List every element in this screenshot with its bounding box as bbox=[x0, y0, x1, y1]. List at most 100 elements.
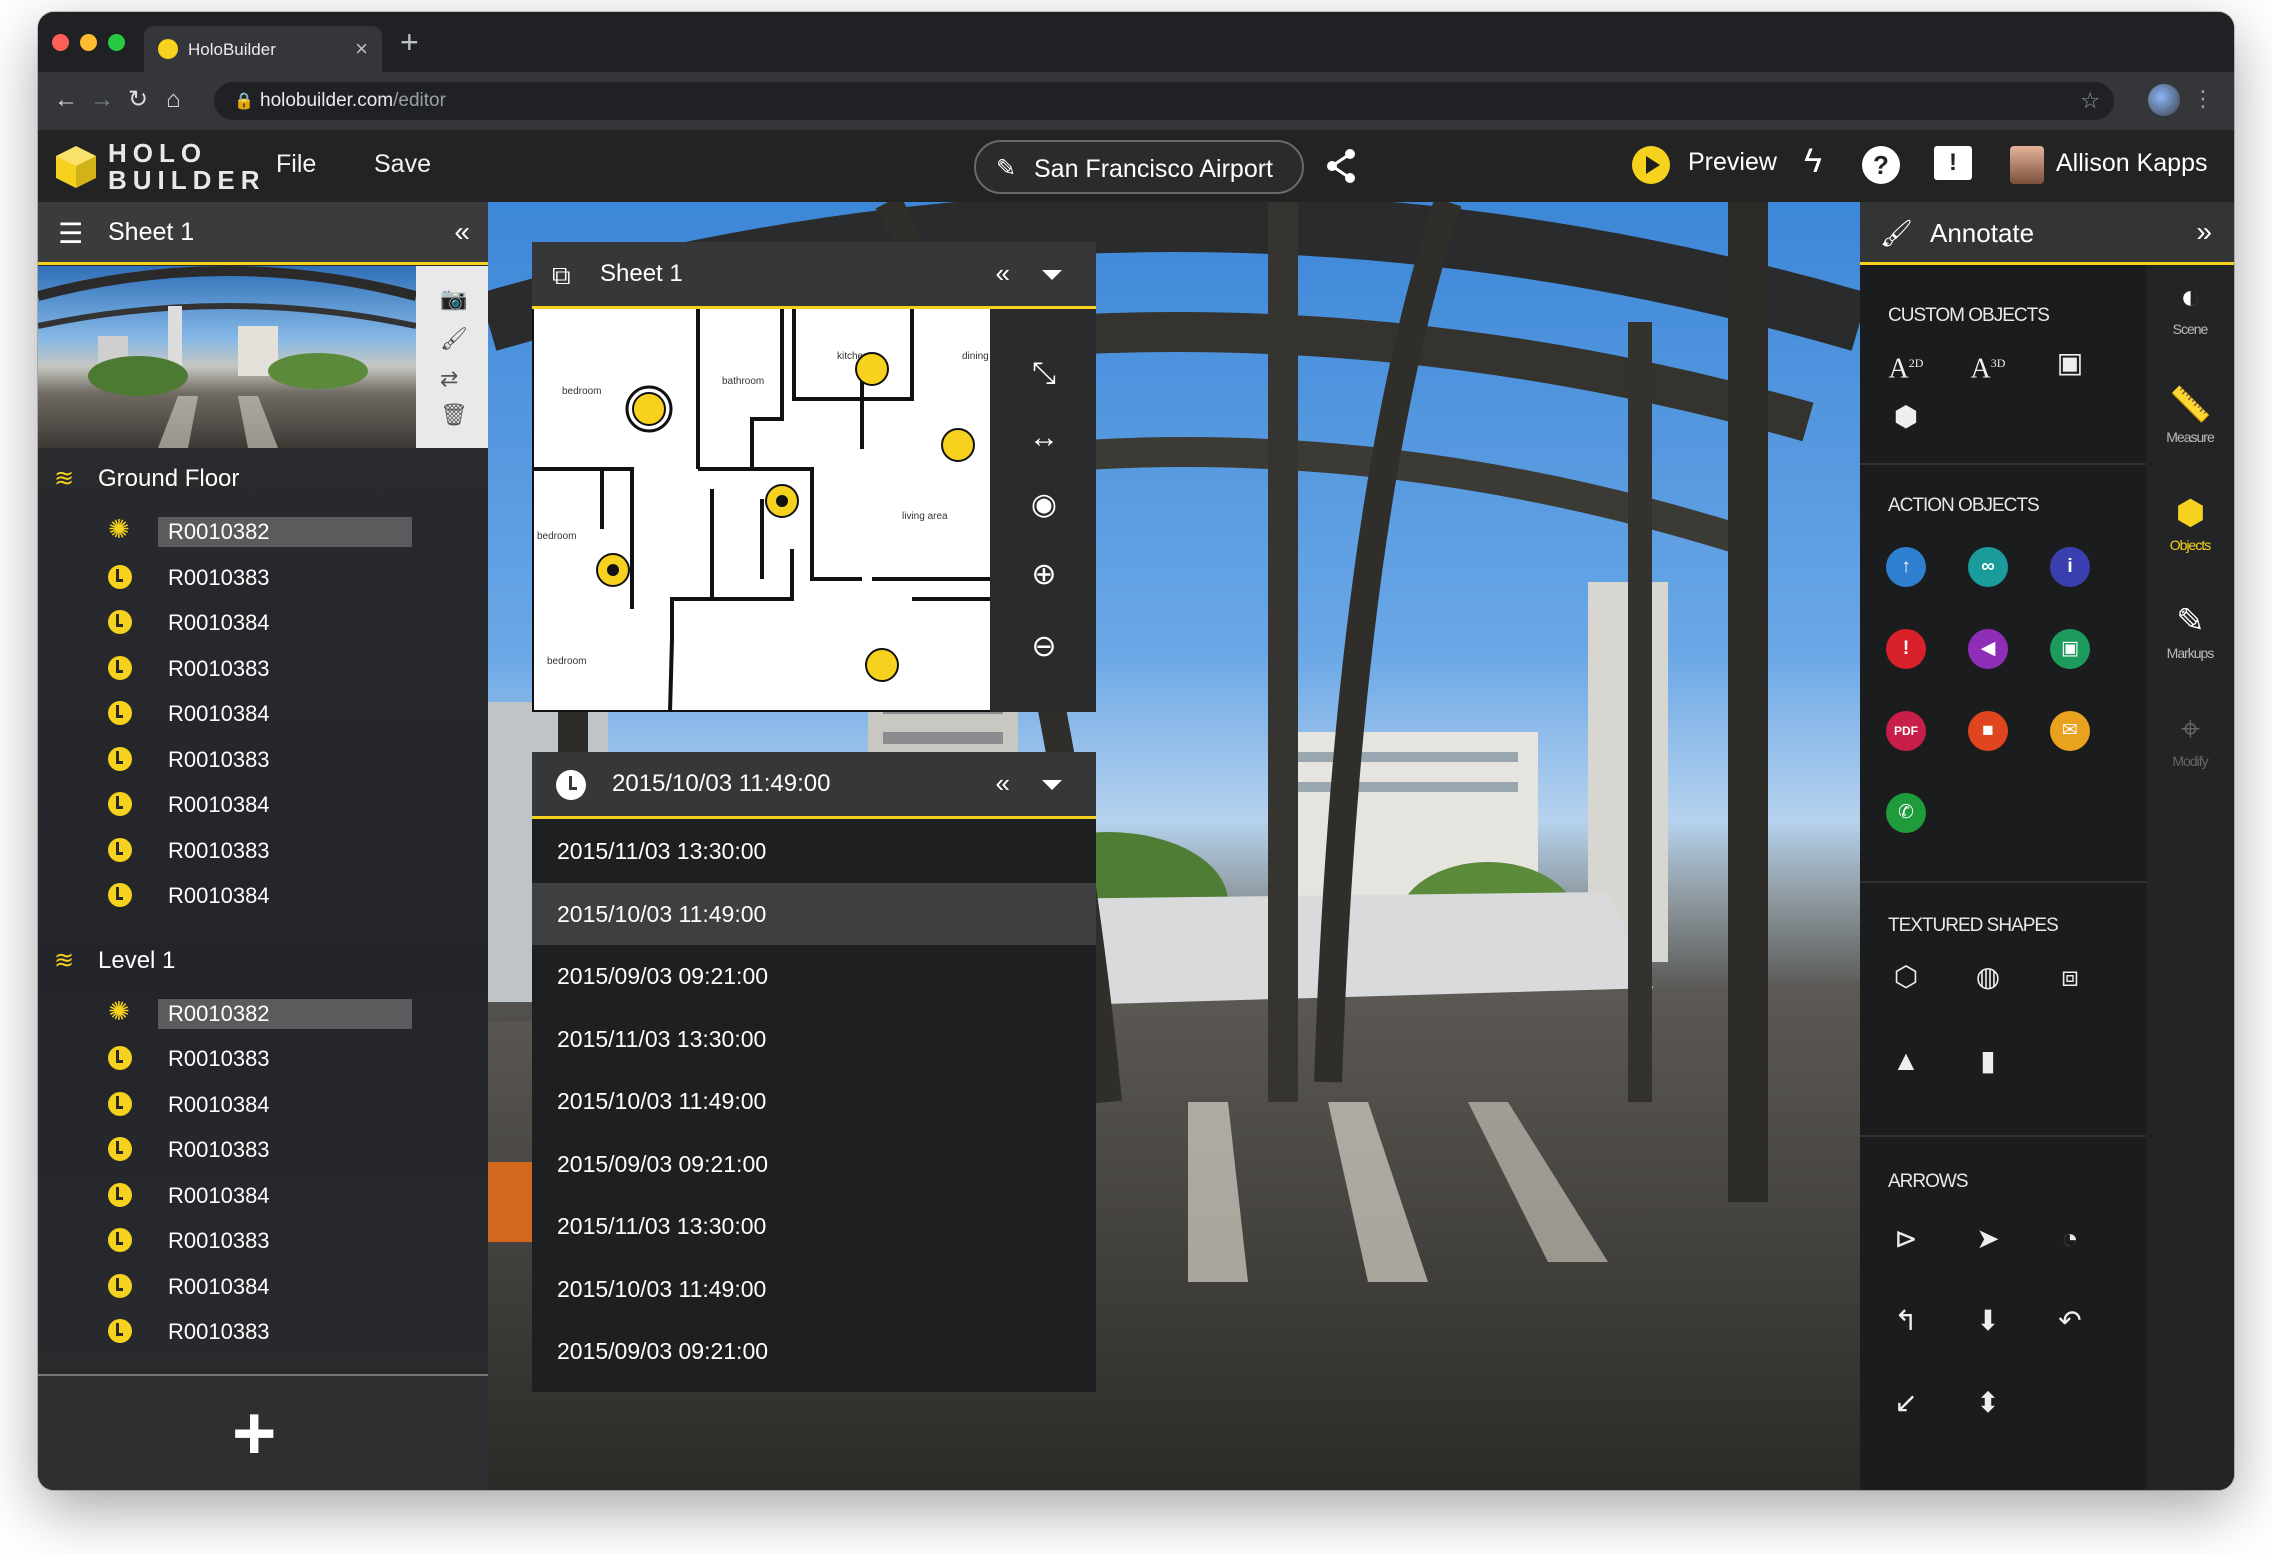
sheet-dropdown-icon[interactable] bbox=[1042, 270, 1062, 280]
scene-thumbnail[interactable] bbox=[38, 266, 416, 448]
share-icon[interactable] bbox=[1324, 146, 1358, 186]
rail-measure[interactable]: 📏 Measure bbox=[2146, 385, 2234, 445]
scan-list-item[interactable]: R0010383 bbox=[98, 742, 418, 776]
scan-list-item[interactable]: R0010383 bbox=[98, 1223, 418, 1257]
info-icon[interactable]: i bbox=[2050, 547, 2090, 587]
arrow-swoop-icon[interactable]: ↙ bbox=[1884, 1381, 1928, 1425]
timestamp-item[interactable]: 2015/10/03 11:49:00 bbox=[532, 882, 1096, 945]
textured-box-icon[interactable]: ⬡ bbox=[1884, 955, 1928, 999]
scan-list-item[interactable]: R0010383 bbox=[98, 1314, 418, 1348]
timestamp-item[interactable]: 2015/11/03 13:30:00 bbox=[532, 820, 1096, 882]
timestamp-item[interactable]: 2015/09/03 09:21:00 bbox=[532, 945, 1096, 1007]
text-3d-icon[interactable]: A3D bbox=[1966, 341, 2010, 385]
address-bar[interactable]: 🔒 holobuilder.com/editor ☆ bbox=[214, 82, 2114, 120]
floor-plan[interactable]: bedroom bathroom kitchen dining living a… bbox=[530, 309, 990, 714]
tab-close-icon[interactable]: × bbox=[355, 36, 368, 62]
scan-list-item[interactable]: ✺ R0010382 bbox=[98, 996, 418, 1030]
user-avatar[interactable] bbox=[2010, 146, 2044, 184]
video-icon[interactable]: ■ bbox=[1968, 711, 2008, 751]
phone-icon[interactable]: ✆ bbox=[1886, 793, 1926, 833]
scan-list-item[interactable]: R0010383 bbox=[98, 1132, 418, 1166]
arrow-curve-icon[interactable]: ◔ bbox=[2048, 1217, 2092, 1261]
link-icon[interactable]: ∞ bbox=[1968, 547, 2008, 587]
save-button[interactable]: Save bbox=[374, 150, 431, 179]
scan-list-item[interactable]: R0010384 bbox=[98, 1178, 418, 1212]
timestamp-item[interactable]: 2015/11/03 13:30:00 bbox=[532, 1195, 1096, 1257]
trash-icon[interactable]: 🗑 bbox=[440, 402, 468, 428]
timestamp-item[interactable]: 2015/09/03 09:21:00 bbox=[532, 1320, 1096, 1382]
reload-button[interactable]: ↻ bbox=[128, 86, 148, 114]
back-button[interactable]: ← bbox=[54, 86, 78, 114]
lightning-icon[interactable]: ϟ bbox=[1804, 142, 1822, 181]
scene-group-title[interactable]: ≋ Ground Floor bbox=[54, 464, 239, 493]
expand-annotate-button[interactable]: » bbox=[2196, 216, 2212, 248]
scan-list-item[interactable]: R0010384 bbox=[98, 787, 418, 821]
timestamp-item[interactable]: 2015/09/03 09:21:00 bbox=[532, 1133, 1096, 1195]
scan-list-item[interactable]: R0010384 bbox=[98, 1269, 418, 1303]
email-icon[interactable]: ✉ bbox=[2050, 711, 2090, 751]
timestamp-item[interactable]: 2015/10/03 11:49:00 bbox=[532, 1070, 1096, 1132]
list-icon[interactable]: ☰ bbox=[58, 220, 83, 248]
scan-list-item[interactable]: R0010383 bbox=[98, 560, 418, 594]
zoom-in-icon[interactable]: ⊕ bbox=[1024, 557, 1064, 592]
maximize-window-button[interactable] bbox=[108, 34, 125, 51]
preview-button[interactable]: Preview bbox=[1688, 148, 1777, 177]
browser-profile-avatar[interactable] bbox=[2148, 84, 2180, 116]
alert-icon[interactable]: ! bbox=[1886, 629, 1926, 669]
browser-tab[interactable]: HoloBuilder × bbox=[144, 26, 382, 72]
fit-width-icon[interactable]: ↔ bbox=[1024, 421, 1064, 455]
rail-modify[interactable]: ⌖ Modify bbox=[2146, 709, 2234, 769]
scan-list-item[interactable]: R0010383 bbox=[98, 1041, 418, 1075]
scan-list-item[interactable]: ✺ R0010382 bbox=[98, 514, 418, 548]
arrow-updown-icon[interactable]: ⬍ bbox=[1966, 1381, 2010, 1425]
textured-photo-icon[interactable]: ⧈ bbox=[2048, 955, 2092, 999]
forward-button[interactable]: → bbox=[90, 86, 114, 114]
file-menu[interactable]: File bbox=[276, 150, 316, 179]
scan-list-item[interactable]: R0010384 bbox=[98, 605, 418, 639]
text-2d-icon[interactable]: A2D bbox=[1884, 341, 1928, 385]
scan-list-item[interactable]: R0010384 bbox=[98, 696, 418, 730]
user-name[interactable]: Allison Kapps bbox=[2056, 149, 2207, 178]
project-name-button[interactable]: ✎ San Francisco Airport bbox=[974, 140, 1304, 194]
browser-menu-icon[interactable]: ⋮ bbox=[2192, 86, 2214, 112]
close-window-button[interactable] bbox=[52, 34, 69, 51]
arrow-up-icon[interactable]: ↑ bbox=[1886, 547, 1926, 587]
scan-list-item[interactable]: R0010384 bbox=[98, 878, 418, 912]
rail-scene[interactable]: ◐ Scene bbox=[2146, 277, 2234, 337]
scan-list-item[interactable]: R0010383 bbox=[98, 651, 418, 685]
new-tab-button[interactable]: + bbox=[400, 26, 419, 58]
preview-play-icon[interactable] bbox=[1632, 146, 1670, 184]
audio-icon[interactable]: ◀ bbox=[1968, 629, 2008, 669]
textured-sphere-icon[interactable]: ◍ bbox=[1966, 955, 2010, 999]
minimize-window-button[interactable] bbox=[80, 34, 97, 51]
arrow-bend-icon[interactable]: ↰ bbox=[1884, 1299, 1928, 1343]
arrow-play-icon[interactable]: ⊳ bbox=[1884, 1217, 1928, 1261]
swap-icon[interactable]: ⇄ bbox=[440, 366, 458, 392]
feedback-icon[interactable]: ! bbox=[1934, 146, 1972, 180]
image-icon[interactable]: ▣ bbox=[2048, 341, 2092, 385]
arrow-down-icon[interactable]: ⬇ bbox=[1966, 1299, 2010, 1343]
locate-icon[interactable]: ◉ bbox=[1024, 487, 1064, 522]
zoom-out-icon[interactable]: ⊖ bbox=[1024, 629, 1064, 664]
scan-list-item[interactable]: R0010383 bbox=[98, 833, 418, 867]
rail-objects[interactable]: ⬢ Objects bbox=[2146, 493, 2234, 553]
cube-icon[interactable]: ⬢ bbox=[1884, 395, 1928, 439]
collapse-timeline-button[interactable]: « bbox=[996, 768, 1010, 799]
collapse-sheet-panel-button[interactable]: « bbox=[996, 258, 1010, 289]
camera-icon[interactable]: 📷 bbox=[440, 286, 467, 312]
scene-group-title[interactable]: ≋ Level 1 bbox=[54, 946, 175, 975]
home-button[interactable]: ⌂ bbox=[166, 86, 181, 114]
pdf-icon[interactable]: PDF bbox=[1886, 711, 1926, 751]
arrow-undo-icon[interactable]: ↶ bbox=[2048, 1299, 2092, 1343]
shrink-icon[interactable]: ⤡ bbox=[1024, 357, 1064, 391]
textured-cylinder-icon[interactable]: ▮ bbox=[1966, 1039, 2010, 1083]
scan-list-item[interactable]: R0010384 bbox=[98, 1087, 418, 1121]
rail-markups[interactable]: ✎ Markups bbox=[2146, 601, 2234, 661]
collapse-left-panel-button[interactable]: « bbox=[454, 216, 470, 248]
bookmark-star-icon[interactable]: ☆ bbox=[2080, 88, 2100, 114]
image-icon[interactable]: ▣ bbox=[2050, 629, 2090, 669]
timestamp-item[interactable]: 2015/11/03 13:30:00 bbox=[532, 1008, 1096, 1070]
timeline-dropdown-icon[interactable] bbox=[1042, 780, 1062, 790]
timestamp-item[interactable]: 2015/10/03 11:49:00 bbox=[532, 1258, 1096, 1320]
help-icon[interactable]: ? bbox=[1862, 146, 1900, 184]
